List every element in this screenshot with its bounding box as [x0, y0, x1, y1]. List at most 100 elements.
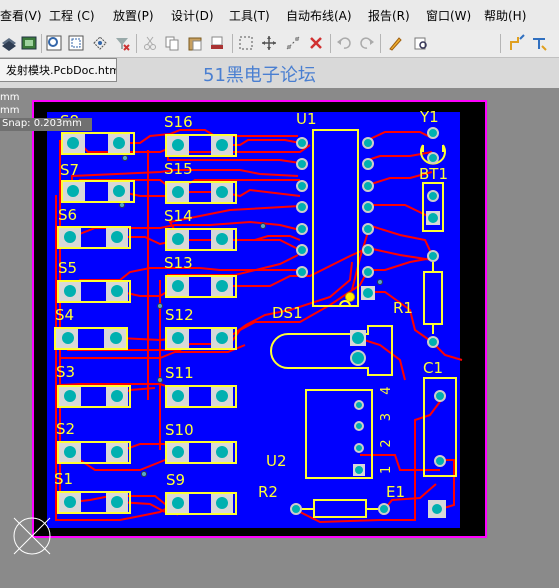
document-tab[interactable]: 发射模块.PcbDoc.htm: [0, 58, 117, 82]
pad: [216, 497, 228, 509]
pad: [172, 186, 184, 198]
battery-bt1[interactable]: BT1: [419, 165, 448, 232]
document-tab-label: 发射模块.PcbDoc.htm: [6, 64, 117, 77]
pad: [172, 446, 184, 458]
pad: [350, 350, 366, 366]
select-connected-icon[interactable]: [284, 34, 302, 52]
menu-help[interactable]: 帮助(H): [484, 7, 526, 24]
pad: [64, 285, 76, 297]
copy-icon[interactable]: [163, 34, 181, 52]
via: [157, 303, 163, 309]
designator-label: R2: [258, 483, 278, 501]
zoom-fit-icon[interactable]: [67, 34, 85, 52]
designator-label: S13: [164, 254, 193, 272]
pad: [362, 266, 374, 278]
designator-label: U1: [296, 110, 317, 128]
pad: [354, 421, 364, 431]
toolbar-separator: [330, 34, 331, 53]
menu-window[interactable]: 窗口(W): [426, 7, 471, 24]
menu-place[interactable]: 放置(P): [113, 7, 154, 24]
menu-tools[interactable]: 工具(T): [229, 7, 270, 24]
clear-filter-icon[interactable]: [113, 34, 131, 52]
pad: [354, 443, 364, 453]
route-interactive-icon[interactable]: [508, 34, 526, 52]
pad: [296, 201, 308, 213]
pad: [434, 390, 446, 402]
designator-label: C1: [423, 359, 443, 377]
pad: [216, 332, 228, 344]
designator-label: S10: [165, 421, 194, 439]
toolbar-separator: [380, 34, 381, 53]
pad: [362, 201, 374, 213]
pad: [64, 390, 76, 402]
pad: [427, 336, 439, 348]
zoom-selected-icon[interactable]: [91, 34, 109, 52]
pcb-canvas[interactable]: S8 S7 S6 S5 S4 S3: [0, 88, 559, 588]
toolbar-separator: [232, 34, 233, 53]
designator-label: S5: [58, 259, 77, 277]
deselect-icon[interactable]: [307, 34, 325, 52]
menu-bar: 查看(V) 工程 (C) 放置(P) 设计(D) 工具(T) 自动布线(A) 报…: [0, 0, 559, 31]
designator-label: E1: [386, 483, 405, 501]
toolbar-separator: [41, 34, 42, 53]
pad: [427, 127, 439, 139]
pad: [434, 455, 446, 467]
board-icon[interactable]: [20, 34, 38, 52]
designator-label: S11: [165, 364, 194, 382]
menu-reports[interactable]: 报告(R): [368, 7, 410, 24]
pad: [111, 231, 123, 243]
pad: [111, 285, 123, 297]
pad: [362, 158, 374, 170]
pad: [432, 504, 442, 514]
move-icon[interactable]: [260, 34, 278, 52]
layer-icon[interactable]: [0, 34, 18, 52]
undo-icon[interactable]: [335, 34, 353, 52]
menu-design[interactable]: 设计(D): [171, 7, 214, 24]
coordinate-x: mm: [0, 92, 20, 103]
pad: [427, 152, 439, 164]
designator-label: S16: [164, 113, 193, 131]
toolbar: [0, 30, 559, 58]
zoom-area-icon[interactable]: [45, 34, 63, 52]
pad: [111, 390, 123, 402]
pad: [64, 496, 76, 508]
pad: [172, 139, 184, 151]
designator-label: R1: [393, 299, 413, 317]
menu-project[interactable]: 工程 (C): [49, 7, 95, 24]
pad: [172, 497, 184, 509]
pad: [113, 185, 125, 197]
cut-icon[interactable]: [141, 34, 159, 52]
pad: [352, 332, 364, 344]
pad: [172, 332, 184, 344]
designator-label: S7: [60, 161, 79, 179]
inspector-icon[interactable]: [412, 34, 430, 52]
designator-label: S4: [55, 306, 74, 324]
pad: [216, 280, 228, 292]
pad: [216, 446, 228, 458]
via: [260, 223, 266, 229]
highlight-icon[interactable]: [386, 34, 404, 52]
pad: [216, 139, 228, 151]
redo-icon[interactable]: [358, 34, 376, 52]
pad: [362, 223, 374, 235]
toolbar-separator: [136, 34, 137, 53]
rubber-stamp-icon[interactable]: [208, 34, 226, 52]
pad: [172, 280, 184, 292]
designator-label: S2: [56, 420, 75, 438]
document-tab-bar: 发射模块.PcbDoc.htm 51黑电子论坛: [0, 58, 559, 88]
designator-label: DS1: [272, 304, 303, 322]
pad: [296, 137, 308, 149]
pad: [64, 446, 76, 458]
via: [122, 155, 128, 161]
via: [141, 471, 147, 477]
pad: [427, 190, 439, 202]
pad: [111, 496, 123, 508]
pad: [427, 250, 439, 262]
designator-label: S12: [165, 306, 194, 324]
designator-label: U2: [266, 452, 287, 470]
menu-view[interactable]: 查看(V): [0, 7, 42, 24]
route-multiple-icon[interactable]: [531, 34, 549, 52]
paste-icon[interactable]: [186, 34, 204, 52]
menu-autoroute[interactable]: 自动布线(A): [286, 7, 352, 24]
select-area-icon[interactable]: [237, 34, 255, 52]
